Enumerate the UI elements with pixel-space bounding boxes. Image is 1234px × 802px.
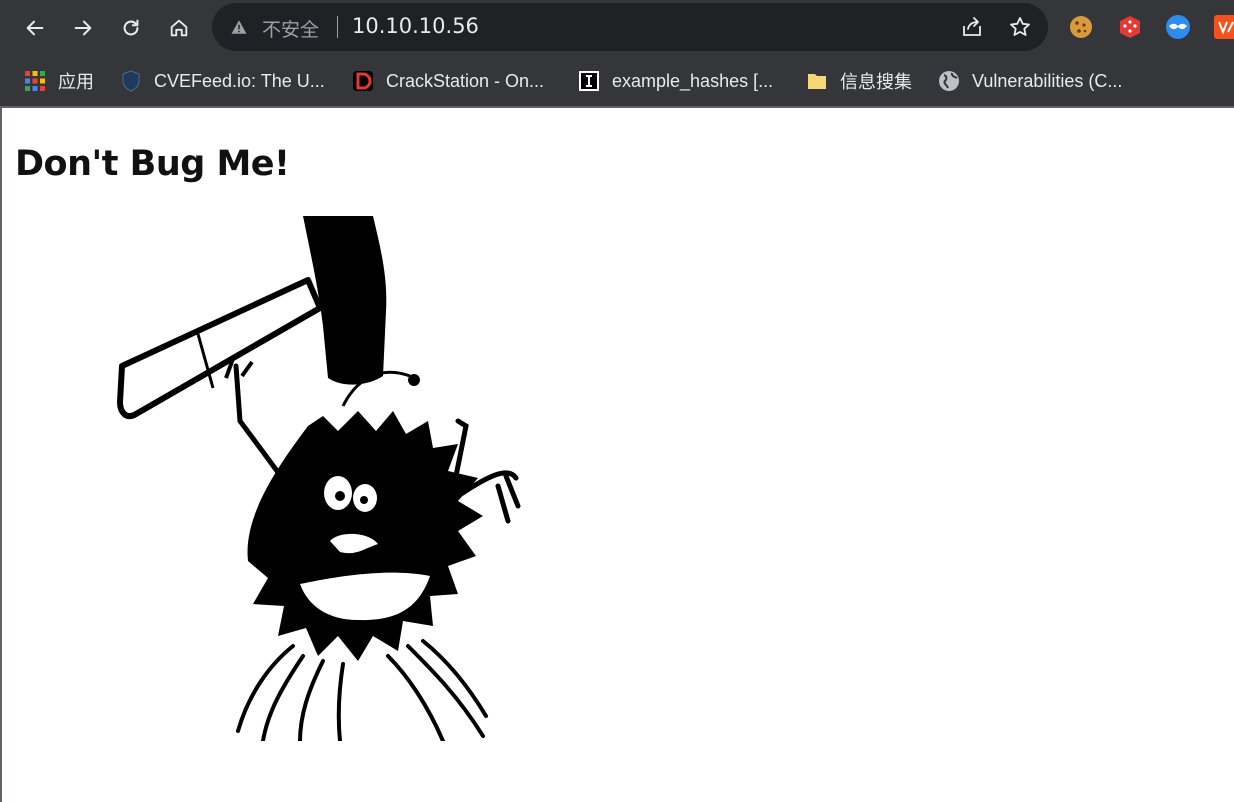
hammer-bug-image [117,216,521,741]
url-text[interactable]: 10.10.10.56 [352,14,479,38]
bookmarks-bar: 应用 CVEFeed.io: The U... CrackStation - O… [0,56,1234,108]
bookmark-label: Vulnerabilities (C... [972,70,1123,91]
browser-toolbar: 不安全 10.10.10.56 [0,0,1234,56]
bookmark-label: CrackStation - On... [386,70,545,91]
bookmark-label: example_hashes [... [612,70,774,91]
globe-icon [939,71,959,91]
cvefeed-shield-icon [122,70,140,92]
security-label[interactable]: 不安全 [262,15,319,42]
address-separator [337,16,338,38]
arrow-right-icon [74,20,92,36]
bookmark-crackstation[interactable]: CrackStation - On... [352,68,544,94]
bookmark-apps[interactable]: 应用 [24,68,94,94]
bookmark-label: 信息搜集 [840,72,912,92]
red-dice-extension-icon[interactable] [1117,14,1143,40]
bookmark-star-icon[interactable] [1008,15,1032,39]
bookmark-vulnerabilities[interactable]: Vulnerabilities (C... [938,68,1122,94]
bookmark-label: CVEFeed.io: The U... [154,70,325,91]
bookmark-example-hashes[interactable]: example_hashes [... [578,68,773,94]
home-icon [170,19,188,37]
page-heading: Don't Bug Me! [15,144,290,184]
crackstation-d-icon [353,71,373,91]
hashcat-icon [579,71,599,91]
address-bar[interactable]: 不安全 10.10.10.56 [212,3,1048,51]
reload-icon [123,19,139,36]
home-button[interactable] [162,11,196,45]
bookmark-cvefeed[interactable]: CVEFeed.io: The U... [120,68,325,94]
blue-mask-extension-icon[interactable] [1165,14,1191,40]
arrow-left-icon [26,20,44,36]
cookie-extension-icon[interactable] [1068,14,1094,40]
reload-button[interactable] [114,11,148,45]
forward-button[interactable] [66,11,100,45]
apps-grid-icon [25,71,45,91]
page-content: Don't Bug Me! [0,108,1234,802]
folder-icon [808,74,826,89]
back-button[interactable] [18,11,52,45]
share-icon[interactable] [960,15,984,39]
orange-extension-icon[interactable] [1213,14,1234,40]
warning-triangle-icon[interactable] [230,18,248,36]
bookmark-folder-info[interactable]: 信息搜集 [806,68,912,94]
bookmark-label: 应用 [58,72,94,92]
